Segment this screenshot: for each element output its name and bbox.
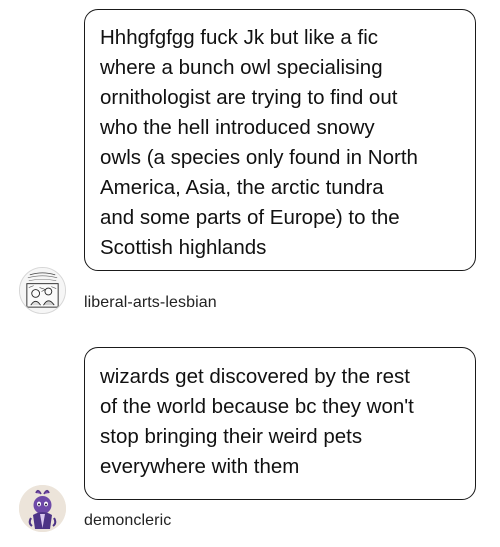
avatar-demoncleric[interactable] xyxy=(19,485,66,532)
purple-creature-avatar-icon xyxy=(19,485,66,532)
reblog-thread: Hhhgfgfgg fuck Jk but like a fic where a… xyxy=(0,0,500,547)
comic-panel-avatar-icon xyxy=(20,268,65,313)
username-label[interactable]: liberal-arts-lesbian xyxy=(84,294,217,312)
message-bubble-1: Hhhgfgfgg fuck Jk but like a fic where a… xyxy=(84,9,476,271)
username-label[interactable]: demoncleric xyxy=(84,512,171,530)
avatar-liberal-arts-lesbian[interactable] xyxy=(19,267,66,314)
message-bubble-2: wizards get discovered by the rest of th… xyxy=(84,347,476,500)
